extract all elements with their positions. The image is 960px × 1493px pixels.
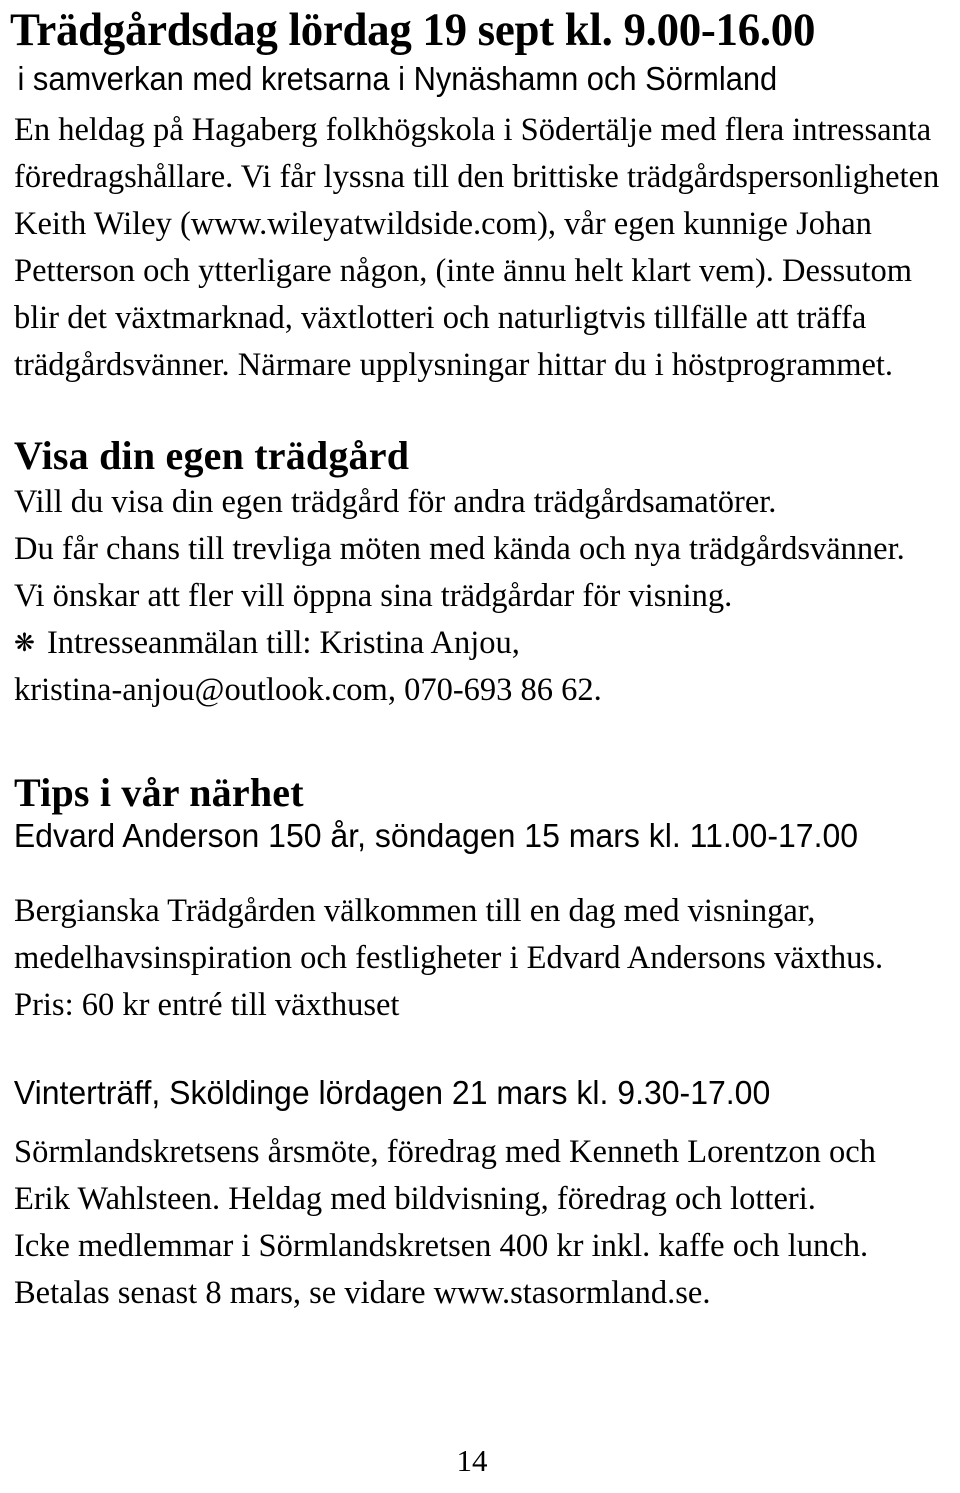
event-2-paragraph: Sörmlandskretsens årsmöte, föredrag med … bbox=[10, 1129, 946, 1317]
page-title: Trädgårdsdag lördag 19 sept kl. 9.00-16.… bbox=[10, 4, 816, 56]
page-number: 14 bbox=[456, 1443, 488, 1478]
event-1-line: Bergianska Trädgården välkommen till en … bbox=[14, 893, 816, 929]
section-heading-tips-i-var-narhet: Tips i vår närhet bbox=[14, 770, 304, 815]
contact-bullet-line: ❋ Intresseanmälan till: Kristina Anjou, bbox=[14, 620, 946, 667]
intro-line: trädgårdsvänner. Närmare upplysningar hi… bbox=[14, 347, 894, 383]
visa-line: Vill du visa din egen trädgård för andra… bbox=[14, 484, 777, 520]
intro-line: En heldag på Hagaberg folkhögskola i Söd… bbox=[14, 112, 932, 148]
contact-name-text: Intresseanmälan till: Kristina Anjou, bbox=[46, 625, 520, 661]
section-heading-visa-din-egen-tradgard: Visa din egen trädgård bbox=[14, 433, 410, 478]
event-2-line: Erik Wahlsteen. Heldag med bildvisning, … bbox=[14, 1181, 816, 1217]
visa-paragraph: Vill du visa din egen trädgård för andra… bbox=[10, 479, 946, 714]
intro-line: Petterson och ytterligare någon, (inte ä… bbox=[14, 253, 913, 289]
intro-line: blir det växtmarknad, växtlotteri och na… bbox=[14, 300, 867, 336]
document-page: Trädgårdsdag lördag 19 sept kl. 9.00-16.… bbox=[0, 0, 960, 1493]
intro-line: föredragshållare. Vi får lyssna till den… bbox=[14, 159, 940, 195]
event-1-line: medelhavsinspiration och festligheter i … bbox=[14, 940, 884, 976]
intro-paragraph: En heldag på Hagaberg folkhögskola i Söd… bbox=[10, 107, 946, 389]
visa-line: Du får chans till trevliga möten med kän… bbox=[14, 531, 905, 567]
event-1-line: Pris: 60 kr entré till växthuset bbox=[14, 987, 400, 1023]
page-subtitle: i samverkan med kretsarna i Nynäshamn oc… bbox=[17, 60, 778, 97]
event-2-line: Betalas senast 8 mars, se vidare www.sta… bbox=[14, 1275, 711, 1311]
event-subheading-vintertraff-skoldinge: Vinterträff, Sköldinge lördagen 21 mars … bbox=[13, 1075, 771, 1112]
contact-email-phone: kristina-anjou@outlook.com, 070-693 86 6… bbox=[14, 672, 602, 708]
event-2-line: Sörmlandskretsens årsmöte, föredrag med … bbox=[14, 1134, 876, 1170]
visa-line: Vi önskar att fler vill öppna sina trädg… bbox=[14, 578, 733, 614]
event-2-line: Icke medlemmar i Sörmlandskretsen 400 kr… bbox=[14, 1228, 869, 1264]
event-subheading-edvard-anderson: Edvard Anderson 150 år, söndagen 15 mars… bbox=[13, 818, 859, 855]
flower-asterisk-icon: ❋ bbox=[14, 628, 35, 657]
event-1-paragraph: Bergianska Trädgården välkommen till en … bbox=[10, 888, 946, 1029]
intro-line: Keith Wiley (www.wileyatwildside.com), v… bbox=[14, 206, 872, 242]
